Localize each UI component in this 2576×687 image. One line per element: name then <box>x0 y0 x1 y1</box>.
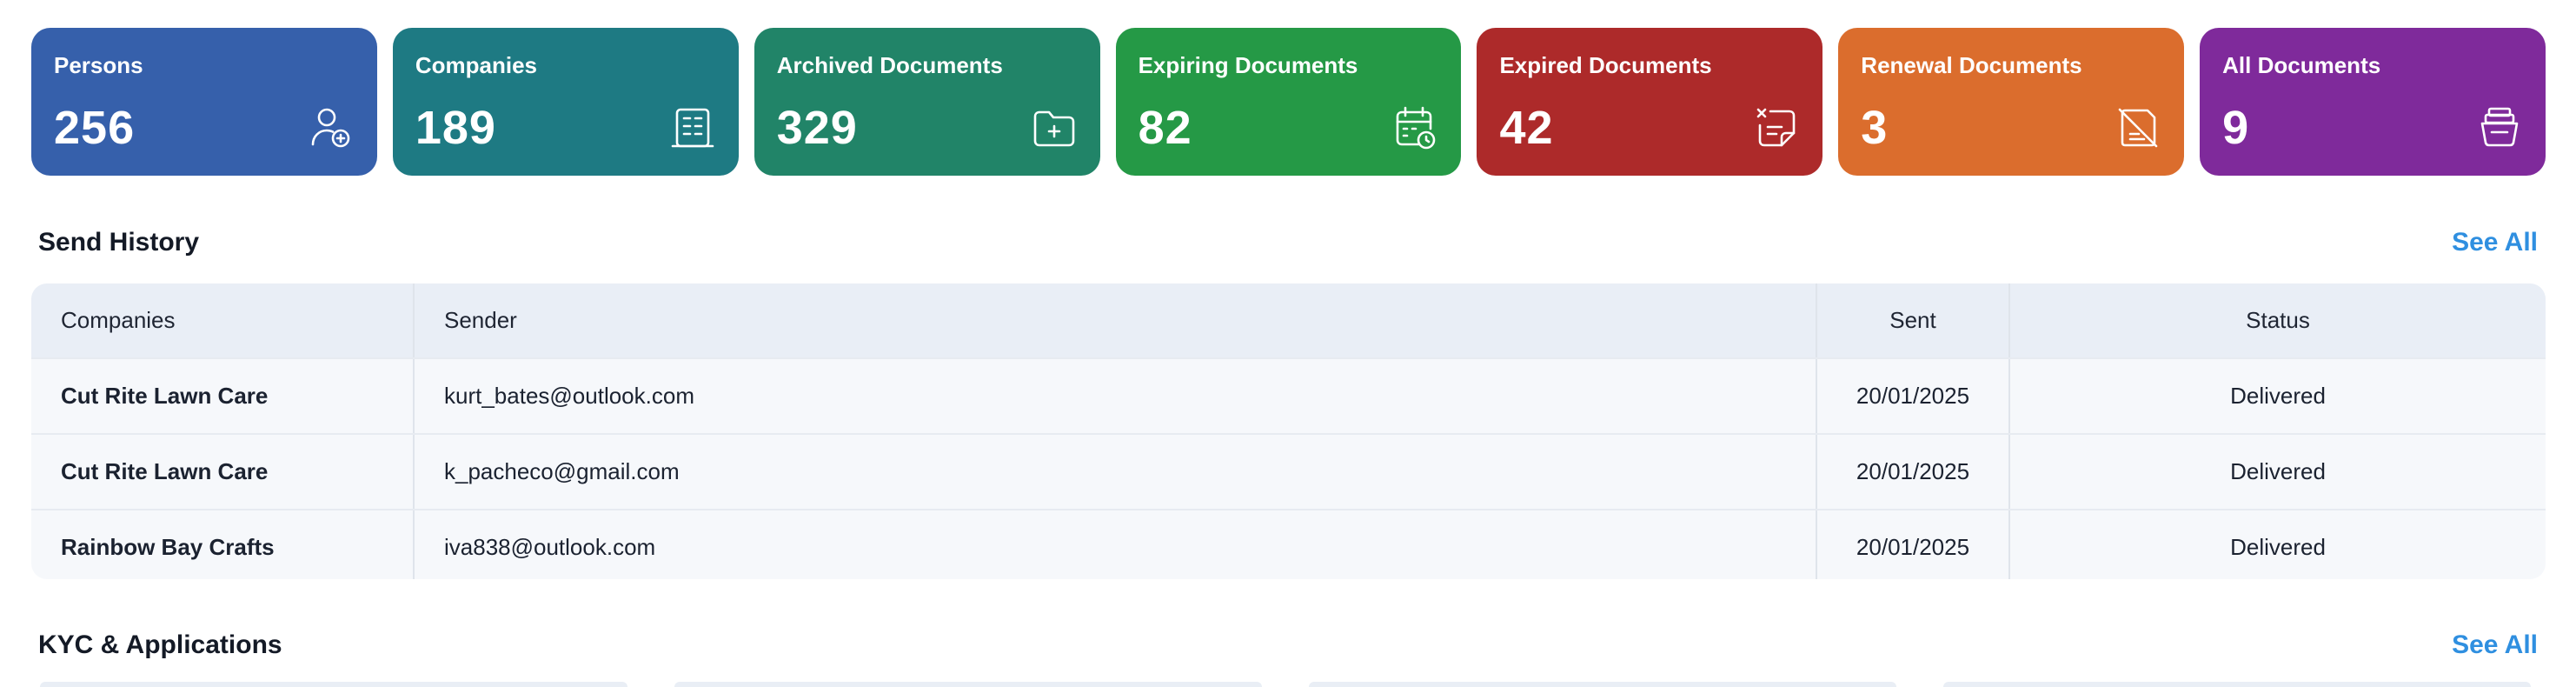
card-label: All Documents <box>2222 52 2381 78</box>
sender-cell: kurt_bates@outlook.com <box>415 359 1817 433</box>
document-stack-icon <box>2476 104 2523 151</box>
company-cell: Cut Rite Lawn Care <box>31 359 415 433</box>
table-row[interactable]: Rainbow Bay Crafts iva838@outlook.com 20… <box>31 509 2546 579</box>
kyc-card[interactable] <box>1309 682 1896 687</box>
card-all-documents[interactable]: All Documents 9 <box>2200 28 2546 176</box>
kyc-card[interactable] <box>40 682 627 687</box>
card-archived-documents[interactable]: Archived Documents 329 <box>754 28 1100 176</box>
kyc-see-all-link[interactable]: See All <box>2452 630 2538 660</box>
table-row[interactable]: Cut Rite Lawn Care k_pacheco@gmail.com 2… <box>31 433 2546 509</box>
add-person-icon <box>308 104 355 151</box>
column-header-sent[interactable]: Sent <box>1817 283 2010 357</box>
kyc-card[interactable] <box>674 682 1262 687</box>
card-companies[interactable]: Companies 189 <box>392 28 739 176</box>
card-expired-documents[interactable]: Expired Documents 42 <box>1477 28 1823 176</box>
card-label: Archived Documents <box>776 52 1003 78</box>
sender-cell: iva838@outlook.com <box>415 510 1817 579</box>
column-header-companies[interactable]: Companies <box>31 283 415 357</box>
sent-date-cell: 20/01/2025 <box>1817 510 2010 579</box>
status-cell: Delivered <box>2230 534 2326 560</box>
sent-date-cell: 20/01/2025 <box>1817 359 2010 433</box>
sent-date-cell: 20/01/2025 <box>1817 435 2010 509</box>
send-history-table: Companies Sender Sent Status Cut Rite La… <box>31 283 2546 579</box>
card-label: Expired Documents <box>1499 52 1712 78</box>
card-label: Companies <box>415 52 538 78</box>
document-x-icon <box>1753 104 1800 151</box>
column-header-status[interactable]: Status <box>2010 283 2546 357</box>
company-cell: Cut Rite Lawn Care <box>31 435 415 509</box>
folder-add-icon <box>1031 104 1078 151</box>
card-label: Expiring Documents <box>1138 52 1358 78</box>
document-slash-icon <box>2115 104 2161 151</box>
column-header-sender[interactable]: Sender <box>415 283 1817 357</box>
kyc-applications-title: KYC & Applications <box>38 630 282 659</box>
card-count: 329 <box>776 102 858 154</box>
card-count: 256 <box>54 102 136 154</box>
card-label: Renewal Documents <box>1861 52 2082 78</box>
card-expiring-documents[interactable]: Expiring Documents 82 <box>1115 28 1462 176</box>
sender-cell: k_pacheco@gmail.com <box>415 435 1817 509</box>
card-count: 9 <box>2222 102 2250 154</box>
card-count: 189 <box>415 102 496 154</box>
send-history-see-all-link[interactable]: See All <box>2452 228 2538 257</box>
card-renewal-documents[interactable]: Renewal Documents 3 <box>1838 28 2185 176</box>
table-row[interactable]: Cut Rite Lawn Care kurt_bates@outlook.co… <box>31 357 2546 433</box>
status-cell: Delivered <box>2230 383 2326 409</box>
card-persons[interactable]: Persons 256 <box>31 28 377 176</box>
card-label: Persons <box>54 52 143 78</box>
card-count: 42 <box>1499 102 1554 154</box>
card-count: 82 <box>1138 102 1192 154</box>
status-cell: Delivered <box>2230 458 2326 484</box>
building-icon <box>669 104 716 151</box>
kyc-card[interactable] <box>1943 682 2531 687</box>
company-cell: Rainbow Bay Crafts <box>31 510 415 579</box>
card-count: 3 <box>1861 102 1889 154</box>
send-history-title: Send History <box>38 228 200 257</box>
table-header-row: Companies Sender Sent Status <box>31 283 2546 357</box>
calendar-clock-icon <box>1391 104 1438 151</box>
stat-cards: Persons 256 Companies 189 Archived Docum… <box>31 28 2546 176</box>
